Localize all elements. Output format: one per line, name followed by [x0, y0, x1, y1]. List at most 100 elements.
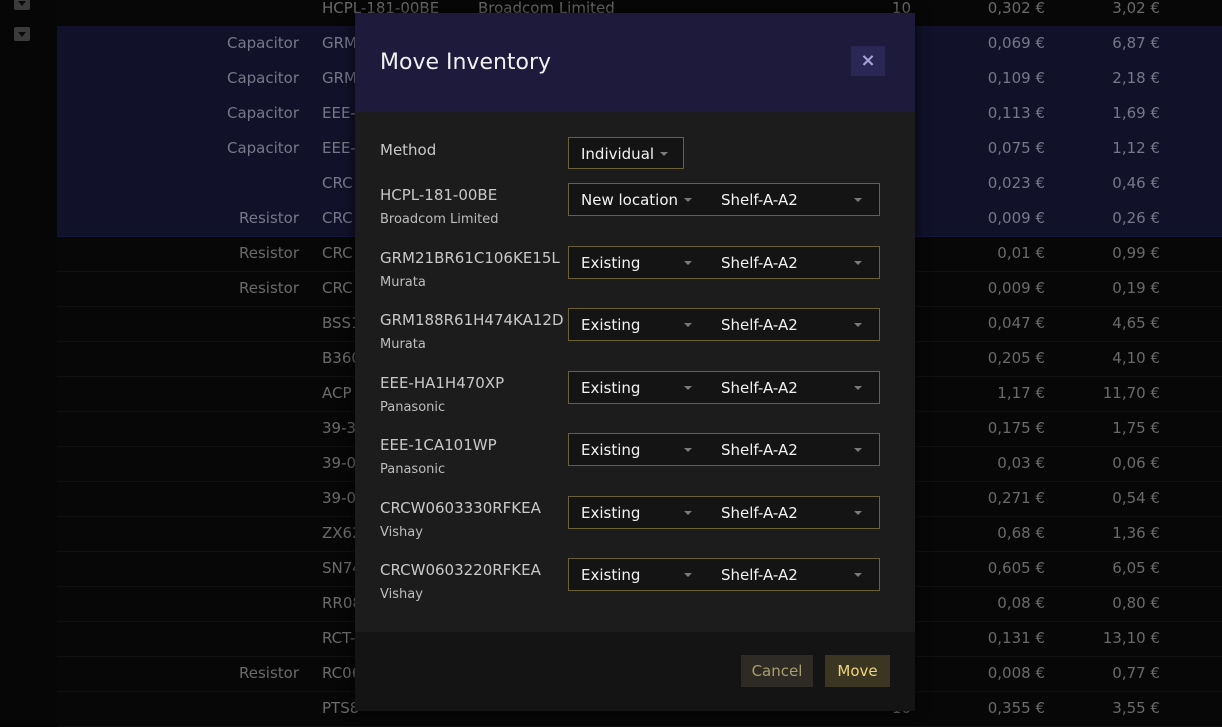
location-select[interactable]: Shelf-A-A2 [721, 316, 798, 334]
unit-price-cell: 0,069 € [987, 34, 1045, 52]
chevron-down-icon [854, 323, 862, 327]
location-select[interactable]: Shelf-A-A2 [721, 191, 798, 209]
item-manufacturer: Vishay [380, 587, 423, 602]
location-select[interactable]: Shelf-A-A2 [721, 566, 798, 584]
unit-price-cell: 1,17 € [997, 384, 1045, 402]
part-number-cell: RCT- [322, 629, 356, 647]
cancel-button[interactable]: Cancel [741, 655, 813, 687]
collapse-arrow-icon[interactable] [14, 0, 30, 10]
move-inventory-dialog: Move Inventory × Method Individual HCPL-… [355, 13, 915, 711]
item-location-selector: Existing Shelf-A-A2 [568, 433, 880, 466]
unit-price-cell: 0,023 € [987, 174, 1045, 192]
total-price-cell: 13,10 € [1102, 629, 1160, 647]
chevron-down-icon [854, 385, 862, 390]
location-select[interactable]: Shelf-A-A2 [721, 441, 798, 459]
chevron-down-icon [684, 448, 692, 452]
location-mode-select[interactable]: Existing [581, 441, 640, 459]
location-mode-select[interactable]: Existing [581, 504, 640, 522]
item-part-number: CRCW0603330RFKEA [380, 498, 541, 517]
chevron-down-icon [684, 260, 692, 265]
unit-price-cell: 0,009 € [987, 209, 1045, 227]
total-price-cell: 1,69 € [1112, 104, 1160, 122]
total-price-cell: 1,75 € [1112, 419, 1160, 437]
total-price-cell: 11,70 € [1102, 384, 1160, 402]
item-part-number: GRM21BR61C106KE15L [380, 248, 560, 267]
move-button[interactable]: Move [825, 655, 890, 687]
expand-arrow-icon[interactable] [14, 27, 30, 41]
dialog-title: Move Inventory [380, 50, 552, 75]
part-number-cell: CRC [322, 174, 353, 192]
chevron-down-icon [684, 323, 692, 327]
location-mode-select[interactable]: New location [581, 191, 678, 209]
unit-price-cell: 0,355 € [987, 699, 1045, 717]
total-price-cell: 3,02 € [1112, 0, 1160, 17]
part-number-cell: 39-0 [322, 454, 357, 472]
method-value: Individual [581, 145, 655, 163]
total-price-cell: 6,05 € [1112, 559, 1160, 577]
unit-price-cell: 0,68 € [997, 524, 1045, 542]
unit-price-cell: 0,075 € [987, 139, 1045, 157]
part-number-cell: CRC [322, 244, 353, 262]
category-cell: Capacitor [226, 34, 299, 52]
part-number-cell: EEE- [322, 104, 356, 122]
item-manufacturer: Panasonic [380, 462, 446, 477]
total-price-cell: 4,65 € [1112, 314, 1160, 332]
category-cell: Resistor [239, 279, 299, 297]
location-mode-select[interactable]: Existing [581, 316, 640, 334]
total-price-cell: 0,19 € [1112, 279, 1160, 297]
item-location-selector: Existing Shelf-A-A2 [568, 558, 880, 591]
unit-price-cell: 0,008 € [987, 664, 1045, 682]
category-cell: Resistor [239, 664, 299, 682]
part-number-cell: PTS8 [322, 699, 360, 717]
part-number-cell: 39-0 [322, 489, 357, 507]
chevron-down-icon [854, 510, 862, 515]
chevron-down-icon [854, 448, 862, 452]
item-part-number: EEE-HA1H470XP [380, 373, 505, 392]
item-part-number: CRCW0603220RFKEA [380, 561, 541, 579]
chevron-down-icon [854, 260, 862, 265]
item-location-selector: Existing Shelf-A-A2 [568, 370, 880, 404]
location-mode-select[interactable]: Existing [581, 566, 640, 584]
chevron-down-icon [854, 198, 862, 202]
item-part-number: HCPL-181-00BE [380, 186, 498, 204]
location-mode-select[interactable]: Existing [581, 379, 640, 397]
chevron-down-icon [660, 152, 668, 156]
close-button[interactable]: × [851, 46, 885, 76]
unit-price-cell: 0,205 € [987, 349, 1045, 367]
chevron-down-icon [854, 573, 862, 577]
chevron-down-icon [684, 198, 692, 202]
unit-price-cell: 0,109 € [987, 69, 1045, 87]
total-price-cell: 0,26 € [1112, 209, 1160, 227]
category-cell: Capacitor [226, 69, 299, 87]
chevron-down-icon [684, 510, 692, 515]
total-price-cell: 0,77 € [1112, 664, 1160, 682]
location-select[interactable]: Shelf-A-A2 [721, 254, 798, 272]
method-select[interactable]: Individual [568, 137, 684, 169]
category-cell: Resistor [239, 209, 299, 227]
location-select[interactable]: Shelf-A-A2 [721, 379, 798, 397]
item-manufacturer: Vishay [380, 524, 423, 540]
item-location-selector: Existing Shelf-A-A2 [568, 245, 880, 279]
category-cell: Capacitor [226, 104, 299, 122]
unit-price-cell: 0,113 € [987, 104, 1045, 122]
unit-price-cell: 0,131 € [987, 629, 1045, 647]
part-number-cell: CRC [322, 209, 353, 227]
location-mode-select[interactable]: Existing [581, 254, 640, 272]
total-price-cell: 0,46 € [1112, 174, 1160, 192]
item-manufacturer: Murata [380, 337, 426, 352]
unit-price-cell: 0,08 € [997, 594, 1045, 612]
part-number-cell: EEE- [322, 139, 356, 157]
unit-price-cell: 0,047 € [987, 314, 1045, 332]
chevron-down-icon [684, 573, 692, 577]
left-rail [0, 0, 57, 725]
unit-price-cell: 0,605 € [987, 559, 1045, 577]
category-cell: Resistor [239, 244, 299, 262]
location-select[interactable]: Shelf-A-A2 [721, 504, 798, 522]
dialog-header: Move Inventory × [355, 13, 915, 112]
item-manufacturer: Murata [380, 274, 426, 290]
total-price-cell: 0,54 € [1112, 489, 1160, 507]
unit-price-cell: 0,03 € [997, 454, 1045, 472]
method-label: Method [380, 141, 437, 159]
part-number-cell: 39-3 [322, 419, 357, 437]
total-price-cell: 0,99 € [1112, 244, 1160, 262]
